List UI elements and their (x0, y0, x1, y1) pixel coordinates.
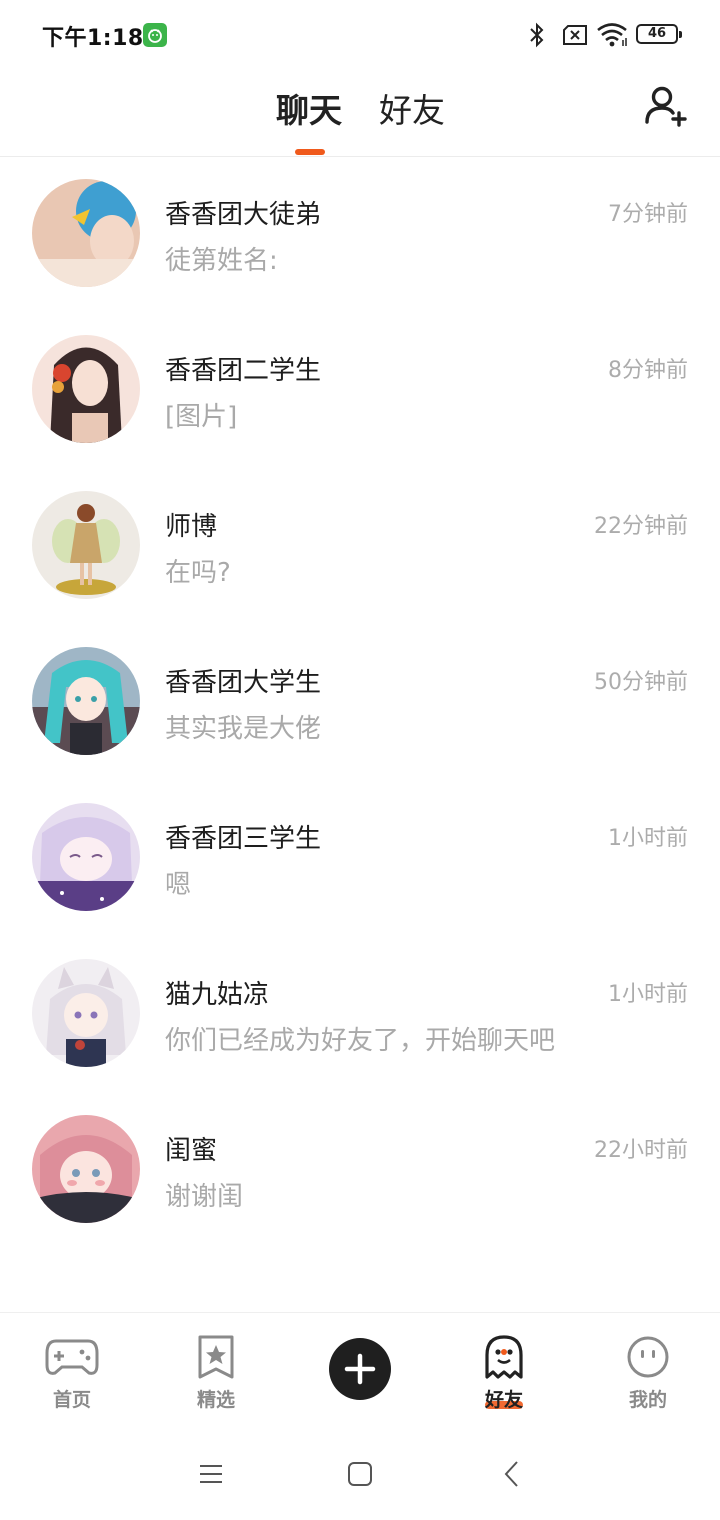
chat-item[interactable]: 香香团大学生 其实我是大佬 50分钟前 (0, 624, 720, 780)
chat-preview: 嗯 (165, 870, 192, 900)
avatar[interactable] (32, 491, 140, 599)
status-bar: 下午1:18 46 (0, 0, 720, 70)
chat-time: 1小时前 (608, 826, 688, 851)
chat-time: 50分钟前 (594, 670, 688, 695)
chat-preview: 你们已经成为好友了，开始聊天吧 (165, 1026, 556, 1056)
chat-name: 师博 (165, 512, 218, 542)
chat-time: 7分钟前 (608, 202, 688, 227)
nav-label-featured: 精选 (196, 1389, 235, 1411)
chat-preview: 在吗? (165, 558, 231, 588)
chat-name: 香香团大学生 (165, 668, 322, 698)
face-icon (627, 1336, 669, 1378)
top-tab-bar: 聊天 好友 (0, 70, 720, 157)
chat-item[interactable]: 香香团二学生 [图片] 8分钟前 (0, 312, 720, 468)
tab-chat[interactable]: 聊天 (276, 84, 342, 132)
system-nav-bar (0, 1425, 720, 1520)
chat-item[interactable]: 师博 在吗? 22分钟前 (0, 468, 720, 624)
gamepad-icon (45, 1339, 99, 1375)
avatar[interactable] (32, 1115, 140, 1223)
chat-name: 猫九姑凉 (165, 980, 270, 1010)
chat-item[interactable]: 香香团三学生 嗯 1小时前 (0, 780, 720, 936)
home-icon[interactable] (345, 1459, 375, 1489)
avatar[interactable] (32, 335, 140, 443)
chat-time: 22小时前 (594, 1138, 688, 1163)
bluetooth-icon (530, 22, 544, 48)
chat-item[interactable]: 猫九姑凉 你们已经成为好友了，开始聊天吧 1小时前 (0, 936, 720, 1092)
avatar[interactable] (32, 647, 140, 755)
nav-label-home: 首页 (52, 1389, 91, 1411)
chat-list: 香香团大徒弟 徒第姓名: 7分钟前 香香团二学生 [图片] 8分钟前 师博 在吗… (0, 156, 720, 1248)
chat-name: 香香团二学生 (165, 356, 322, 386)
battery-level: 46 (647, 26, 667, 41)
star-bookmark-icon (198, 1335, 234, 1379)
nav-item-featured[interactable]: 精选 (166, 1313, 266, 1425)
nav-item-friends[interactable]: 好友 (454, 1313, 554, 1425)
avatar[interactable] (32, 803, 140, 911)
chat-preview: 其实我是大佬 (165, 714, 322, 744)
tab-friends[interactable]: 好友 (379, 84, 445, 132)
back-icon[interactable] (497, 1459, 527, 1489)
chat-time: 22分钟前 (594, 514, 688, 539)
ghost-icon (485, 1335, 523, 1379)
nav-item-home[interactable]: 首页 (22, 1313, 122, 1425)
nav-label-me: 我的 (628, 1389, 667, 1411)
menu-icon[interactable] (196, 1459, 226, 1489)
chat-preview: [图片] (165, 402, 238, 432)
chat-item[interactable]: 闺蜜 谢谢闺 22小时前 (0, 1092, 720, 1248)
add-user-icon[interactable] (644, 84, 690, 130)
chat-name: 闺蜜 (165, 1136, 218, 1166)
nav-item-me[interactable]: 我的 (598, 1313, 698, 1425)
battery-icon: 46 (636, 24, 682, 44)
nav-label-friends: 好友 (484, 1389, 523, 1411)
chat-preview: 谢谢闺 (165, 1182, 244, 1212)
active-tab-indicator (295, 149, 325, 155)
chat-time: 1小时前 (608, 982, 688, 1007)
wifi-icon (597, 23, 627, 47)
chat-item[interactable]: 香香团大徒弟 徒第姓名: 7分钟前 (0, 156, 720, 312)
plus-icon (344, 1353, 376, 1385)
bottom-nav: 首页 精选 好友 我的 (0, 1312, 720, 1425)
chat-time: 8分钟前 (608, 358, 688, 383)
app-notification-icon (143, 23, 167, 47)
chat-preview: 徒第姓名: (165, 246, 278, 276)
add-post-button[interactable] (329, 1338, 391, 1400)
status-time: 下午1:18 (42, 26, 144, 51)
avatar[interactable] (32, 959, 140, 1067)
no-sim-icon (563, 25, 587, 45)
avatar[interactable] (32, 179, 140, 287)
chat-name: 香香团大徒弟 (165, 200, 322, 230)
chat-name: 香香团三学生 (165, 824, 322, 854)
